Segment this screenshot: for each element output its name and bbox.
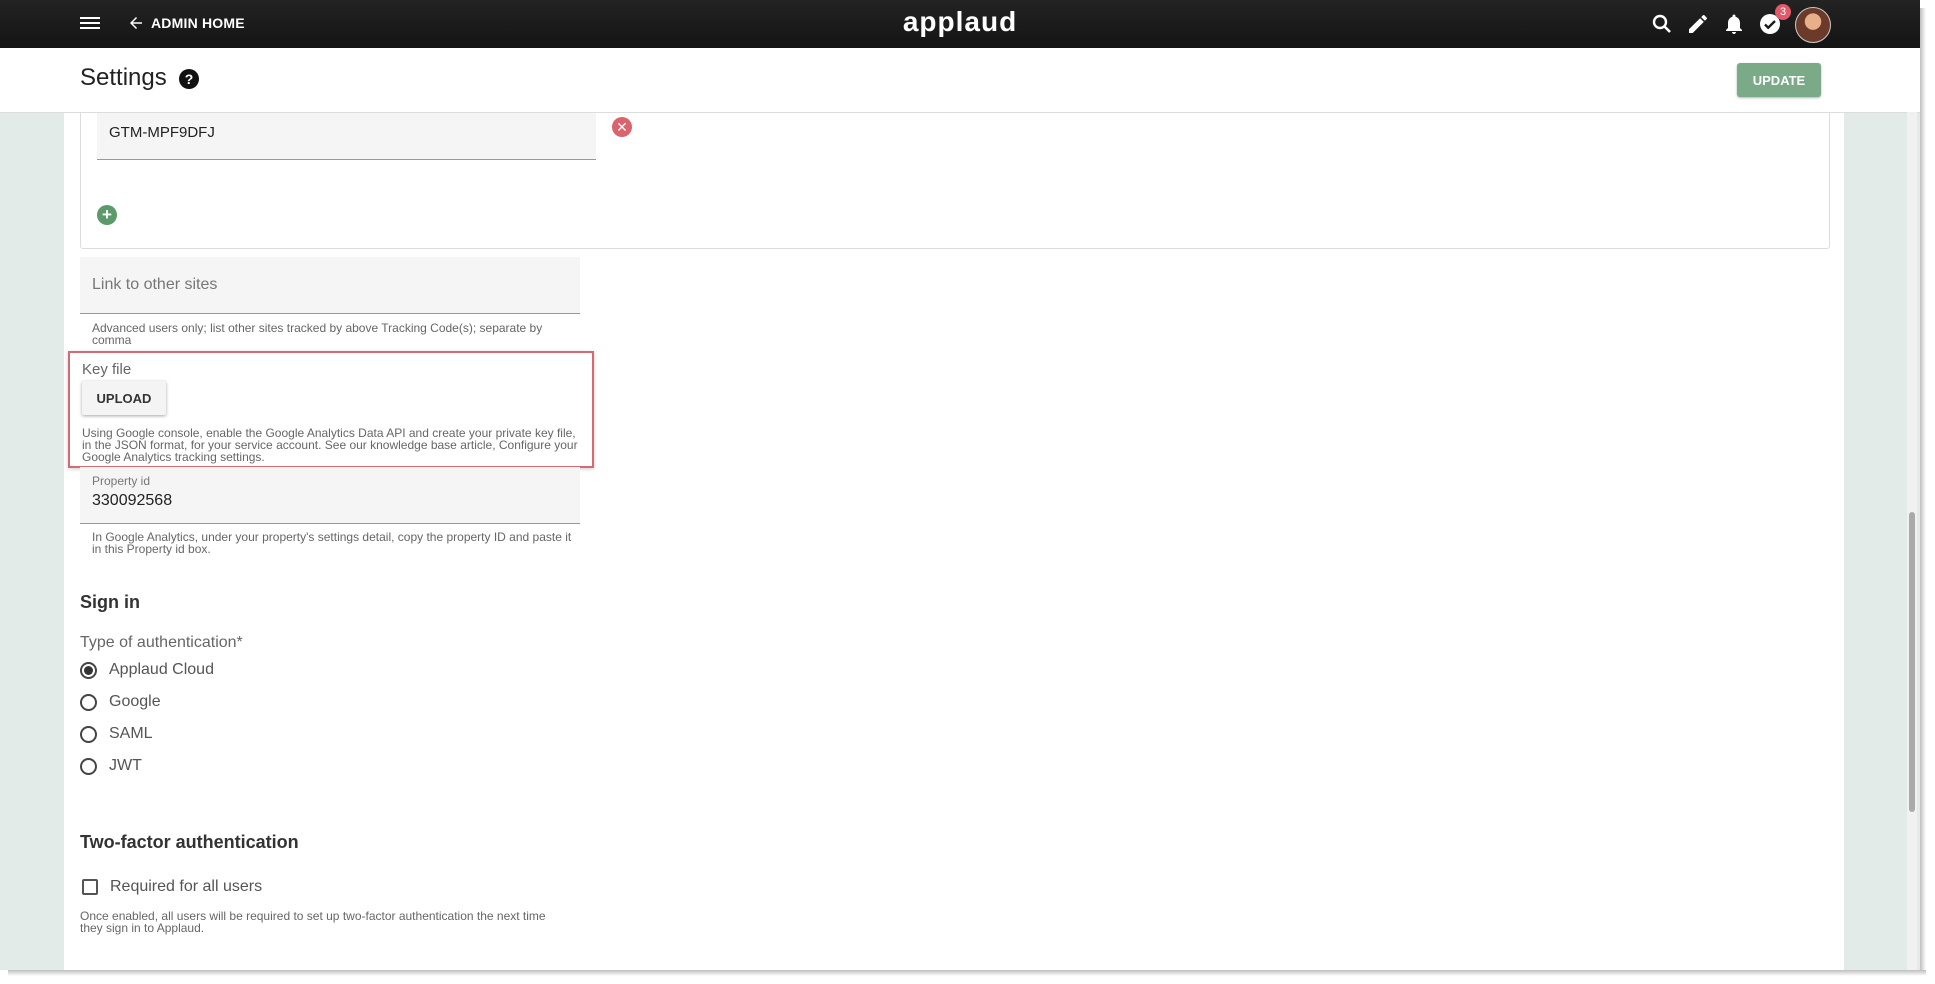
window-shadow-bottom (8, 970, 1926, 976)
radio-unselected-icon (80, 757, 97, 775)
link-other-sites-hint: Advanced users only; list other sites tr… (92, 321, 543, 347)
remove-tracking-code-icon[interactable]: ✕ (612, 117, 632, 137)
menu-icon[interactable] (80, 14, 100, 34)
two-factor-checkbox-label: Required for all users (110, 878, 263, 895)
auth-type-label: Type of authentication* (80, 634, 243, 651)
auth-option-applaud-cloud[interactable]: Applaud Cloud (80, 661, 214, 679)
update-button[interactable]: UPDATE (1737, 63, 1821, 97)
settings-content: GTM-MPF9DFJ ✕ + Link to other sites Adva… (64, 113, 1844, 970)
two-factor-heading: Two-factor authentication (80, 832, 299, 852)
page-title: Settings (80, 64, 167, 91)
page-header: Settings ? UPDATE (0, 48, 1920, 113)
two-factor-hint: Once enabled, all users will be required… (80, 909, 546, 935)
property-id-value: 330092568 (92, 492, 173, 509)
scrollbar-thumb[interactable] (1909, 512, 1915, 812)
app-window: ADMIN HOME applaud 3 Settings ? UPDATE G… (0, 0, 1920, 970)
sign-in-heading: Sign in (80, 592, 140, 612)
key-file-section: Key file UPLOAD Using Google console, en… (68, 351, 594, 468)
arrow-left-icon (130, 17, 142, 29)
auth-option-jwt[interactable]: JWT (80, 757, 142, 775)
add-tracking-code-icon[interactable]: + (97, 205, 117, 225)
top-app-bar: ADMIN HOME applaud 3 (0, 0, 1920, 48)
admin-home-link[interactable]: ADMIN HOME (127, 14, 245, 32)
tracking-code-input[interactable]: GTM-MPF9DFJ (97, 113, 596, 160)
tasks-count-badge: 3 (1775, 4, 1791, 20)
radio-unselected-icon (80, 693, 97, 711)
tracking-code-value: GTM-MPF9DFJ (109, 124, 215, 141)
radio-unselected-icon (80, 725, 97, 743)
user-avatar[interactable] (1795, 7, 1831, 43)
link-other-sites-input[interactable]: Link to other sites (80, 257, 580, 314)
upload-key-file-button[interactable]: UPLOAD (82, 381, 166, 415)
search-icon[interactable] (1650, 12, 1674, 36)
auth-option-saml[interactable]: SAML (80, 725, 153, 743)
key-file-hint: Using Google console, enable the Google … (82, 426, 578, 464)
checkbox-unchecked-icon (82, 879, 98, 895)
edit-pencil-icon[interactable] (1686, 12, 1710, 36)
applaud-logo: applaud (902, 6, 1018, 37)
page-scrollbar[interactable] (1907, 112, 1917, 970)
auth-option-google[interactable]: Google (80, 693, 161, 711)
property-id-label: Property id (92, 474, 151, 488)
auth-option-label: Applaud Cloud (109, 661, 214, 678)
link-other-sites-placeholder: Link to other sites (92, 276, 218, 293)
tracking-codes-card: GTM-MPF9DFJ ✕ + (80, 113, 1830, 249)
admin-home-label: ADMIN HOME (151, 15, 245, 31)
auth-option-label: JWT (109, 757, 142, 774)
auth-option-label: SAML (109, 725, 153, 742)
property-id-input[interactable]: Property id 330092568 (80, 467, 580, 524)
property-id-hint: In Google Analytics, under your property… (92, 530, 572, 556)
window-shadow-right (1920, 8, 1926, 970)
two-factor-required-checkbox[interactable]: Required for all users (82, 878, 262, 896)
notifications-bell-icon[interactable] (1722, 12, 1746, 36)
auth-option-label: Google (109, 693, 161, 710)
help-icon[interactable]: ? (179, 69, 199, 89)
key-file-label: Key file (82, 361, 132, 378)
radio-selected-icon (80, 661, 97, 679)
